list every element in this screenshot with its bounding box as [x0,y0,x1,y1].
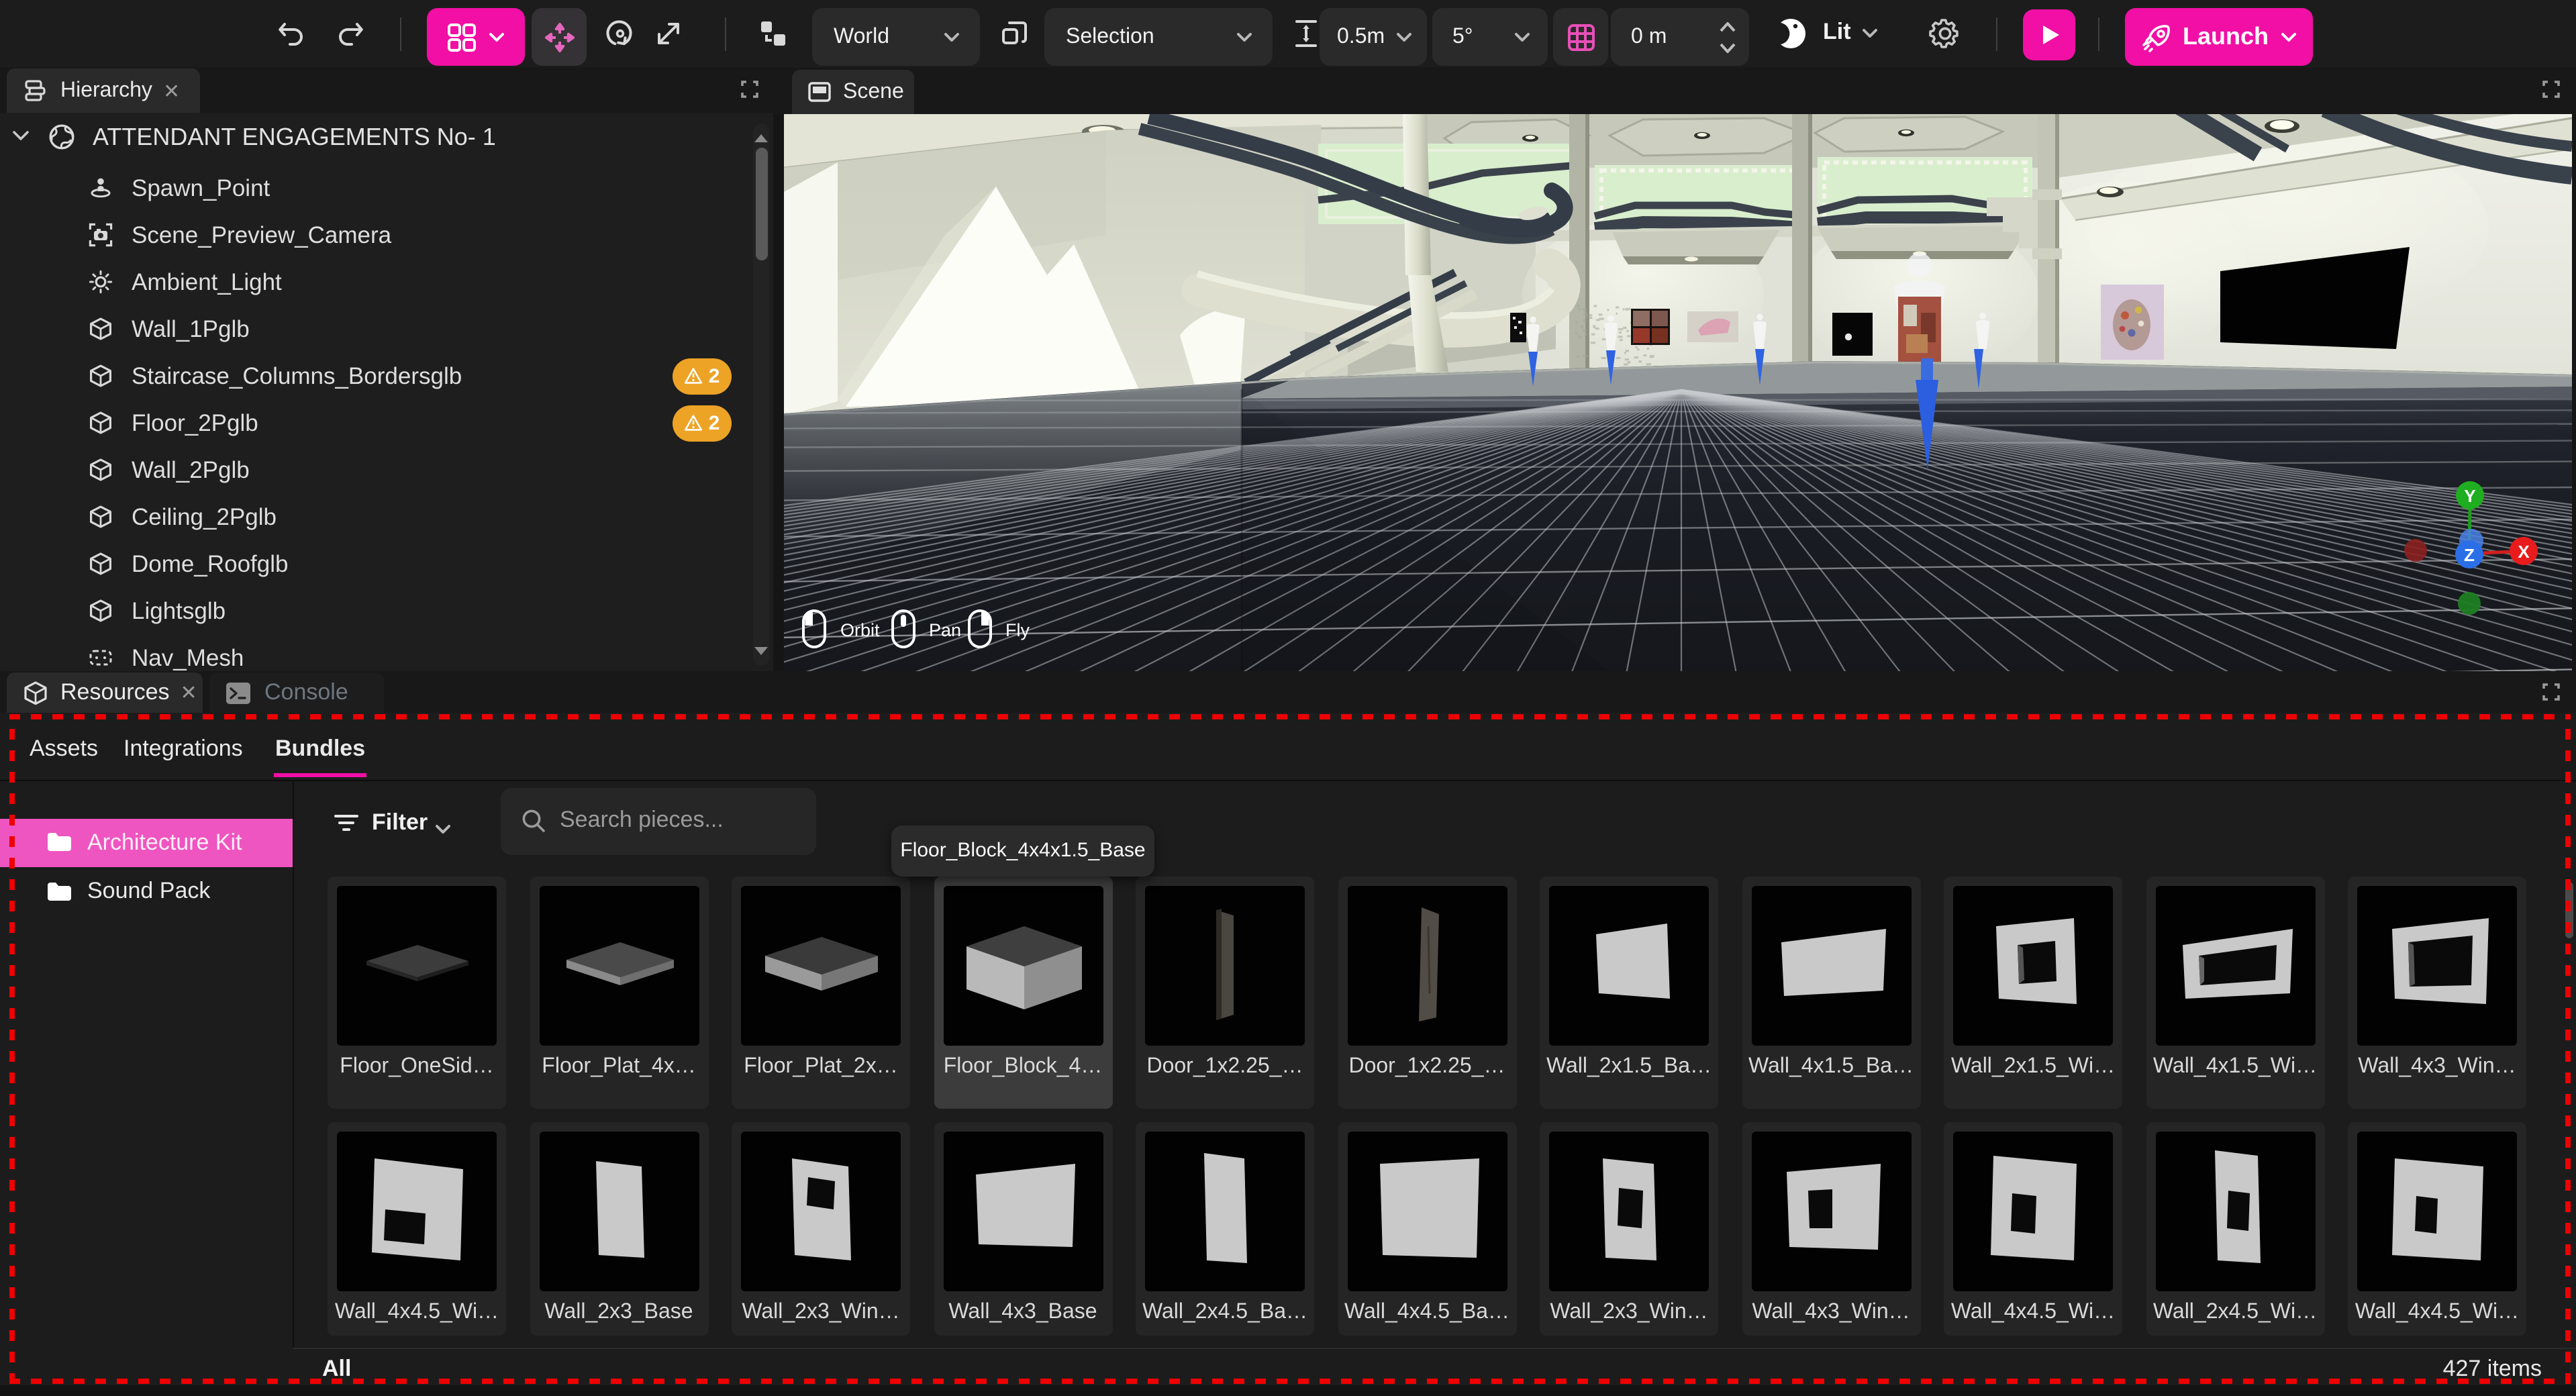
svg-text:Z: Z [2464,545,2475,565]
svg-text:X: X [2518,542,2530,562]
svg-text:Orbit: Orbit [840,620,880,640]
svg-text:Fly: Fly [1005,620,1030,640]
svg-text:Y: Y [2464,486,2475,506]
svg-text:Pan: Pan [929,620,961,640]
